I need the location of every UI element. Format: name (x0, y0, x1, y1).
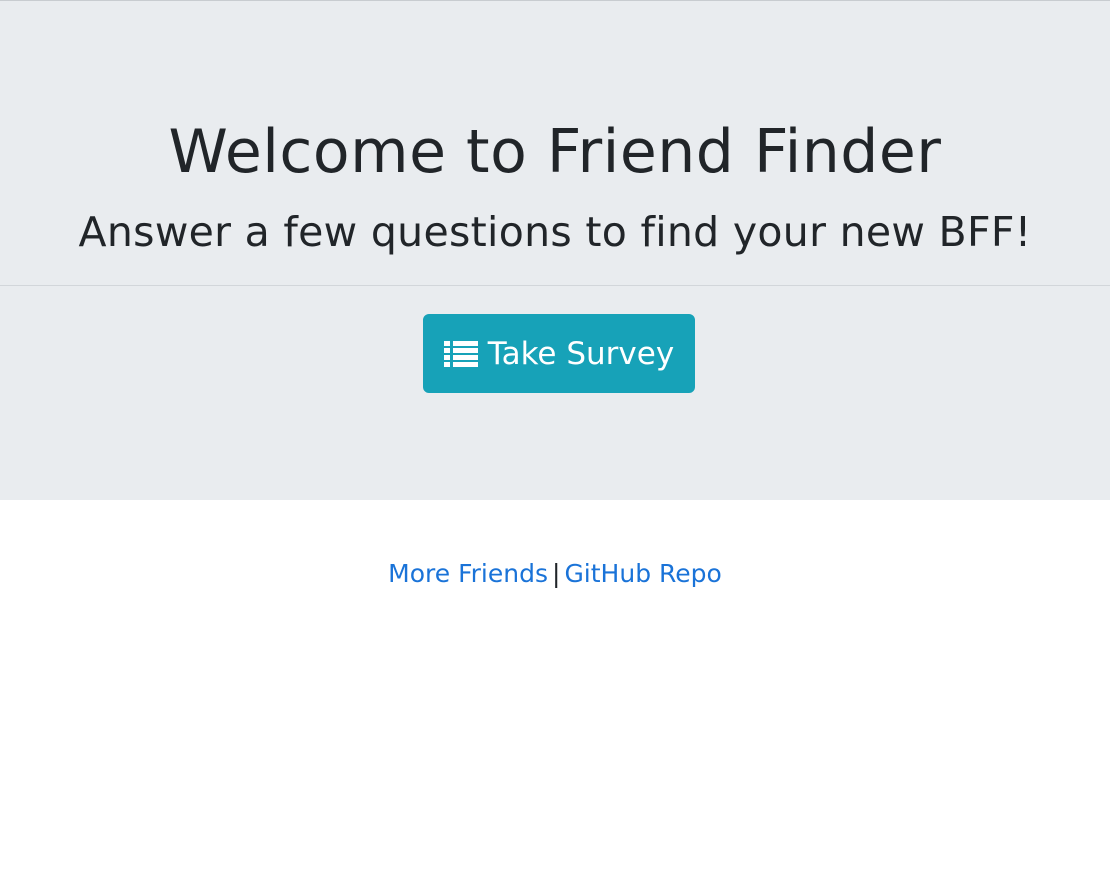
jumbotron: Welcome to Friend Finder Answer a few qu… (0, 1, 1110, 500)
take-survey-label: Take Survey (487, 335, 675, 372)
github-repo-link[interactable]: GitHub Repo (564, 559, 721, 588)
divider (0, 285, 1110, 286)
page-title: Welcome to Friend Finder (168, 117, 942, 187)
more-friends-link[interactable]: More Friends (388, 559, 548, 588)
list-icon (443, 340, 478, 367)
link-separator: | (552, 559, 561, 588)
page-subtitle: Answer a few questions to find your new … (78, 208, 1032, 256)
footer-links: More Friends | GitHub Repo (0, 557, 1110, 591)
take-survey-button[interactable]: Take Survey (423, 314, 695, 393)
